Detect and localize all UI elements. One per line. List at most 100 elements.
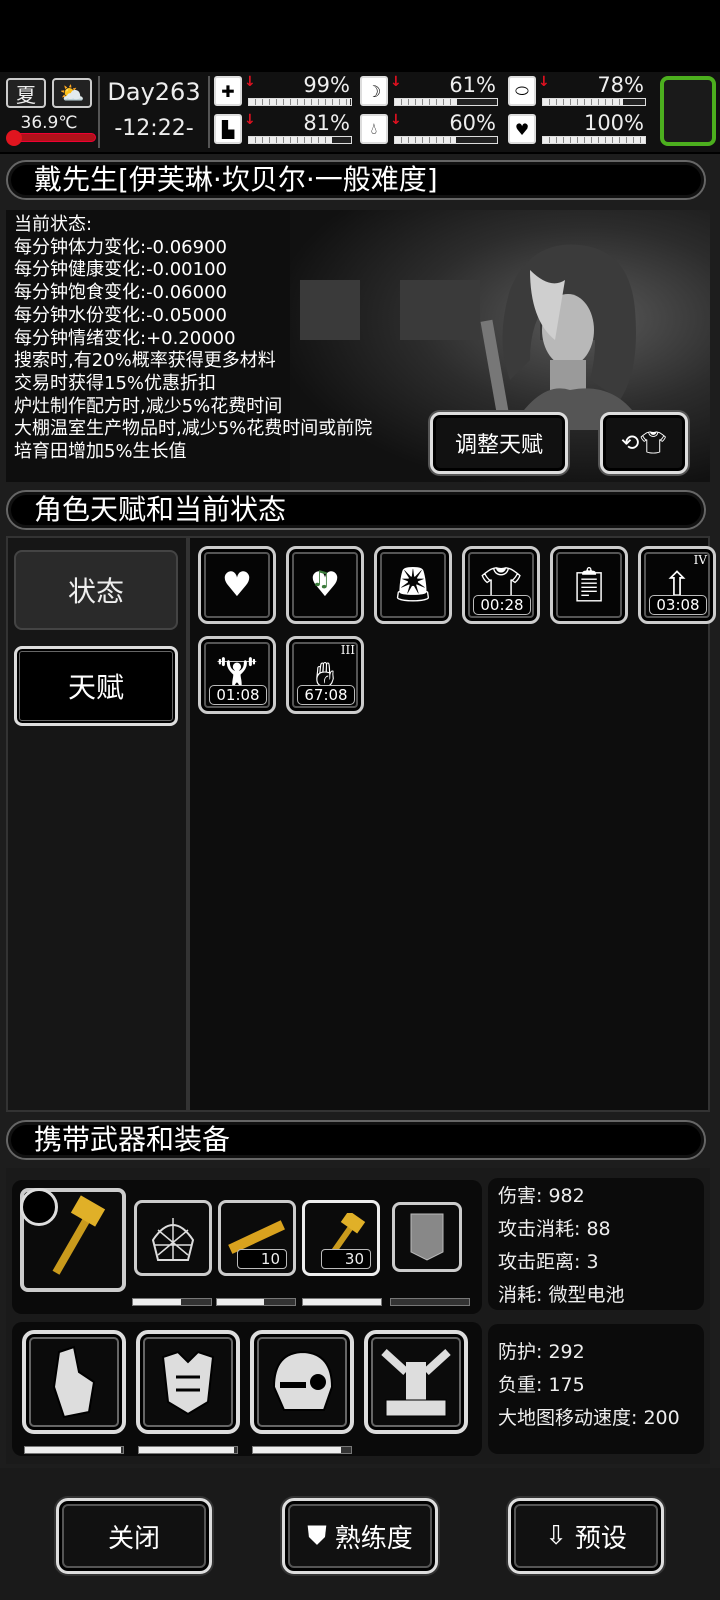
riot-shield-icon: [410, 1213, 444, 1261]
net-weapon-slot[interactable]: [134, 1200, 212, 1276]
weapon-mode-icon[interactable]: [20, 1188, 58, 1226]
hammer-weapon-slot[interactable]: 30: [302, 1200, 380, 1276]
effect-level: IV: [693, 553, 707, 567]
stat-fill: [543, 137, 645, 143]
decrease-arrow-icon: ↓: [244, 112, 256, 128]
divider: [98, 76, 100, 148]
season-badge: 夏: [6, 78, 46, 108]
talent-header: 角色天赋和当前状态: [6, 490, 706, 530]
weapon-row: 10 30: [12, 1180, 482, 1314]
stat-value: 81%: [303, 111, 350, 135]
effect-timer: 03:08: [649, 595, 707, 615]
gloves-icon: [52, 1345, 96, 1419]
status-line: 每分钟饱食变化:-0.06000: [14, 282, 227, 304]
status-line: 每分钟情绪变化:+0.20000: [14, 327, 236, 349]
weapon-attack-range: 攻击距离: 3: [498, 1251, 599, 1273]
top-status-bar: 夏 ⛅ 36.9℃ Day263 -12:22- ✚ ↓ 99% ☽ ↓ 61%…: [0, 72, 720, 152]
helmet-slot[interactable]: [250, 1330, 354, 1434]
stat-stomach: ☽ ↓ 61%: [360, 74, 500, 108]
preset-label: 预设: [574, 1523, 627, 1554]
durability-fill: [303, 1299, 381, 1305]
effect-timer: 01:08: [209, 685, 267, 705]
tab-status[interactable]: 状态: [14, 550, 178, 630]
weather-icon: ⛅: [52, 78, 92, 108]
season-text: 夏: [16, 82, 36, 107]
stat-value: 100%: [583, 111, 644, 135]
weapon-consumption: 消耗: 微型电池: [498, 1284, 625, 1306]
net-icon: [151, 1218, 195, 1261]
stat-value: 61%: [449, 73, 496, 97]
gun-weapon-slot[interactable]: 10: [218, 1200, 296, 1276]
quick-slot[interactable]: [660, 76, 716, 146]
heart-icon[interactable]: ♥: [198, 546, 276, 624]
alarm-light-icon[interactable]: 🚨︎: [374, 546, 452, 624]
preset-icon: ⇩: [545, 1521, 567, 1551]
weapon-stats: 伤害: 982 攻击消耗: 88 攻击距离: 3 消耗: 微型电池: [488, 1178, 704, 1310]
bottom-bar: 关闭 ⛊ 熟练度 ⇩ 预设: [0, 1468, 720, 1600]
character-header: 戴先生[伊芙琳·坎贝尔·一般难度]: [6, 160, 706, 200]
equipment-panel: 10 30 伤害: 982 攻击消耗: 88 攻击距离: 3 消耗: 微型电池: [6, 1168, 710, 1464]
proficiency-label: 熟练度: [334, 1523, 413, 1554]
pill-icon: ⬭: [508, 76, 536, 106]
proficiency-button[interactable]: ⛊ 熟练度: [282, 1498, 438, 1574]
medicine-icon[interactable]: 📋︎: [550, 546, 628, 624]
armor-protection: 防护: 292: [498, 1341, 585, 1363]
stat-fill: [249, 99, 350, 105]
shield-slot[interactable]: [392, 1202, 462, 1272]
map-move-speed: 大地图移动速度: 200: [498, 1407, 680, 1429]
character-portrait: [480, 244, 645, 430]
durability-fill: [253, 1447, 342, 1453]
armor-row: [12, 1322, 482, 1456]
stat-value: 60%: [449, 111, 496, 135]
tab-talent[interactable]: 天赋: [14, 646, 178, 726]
muscle-meter-icon[interactable]: 🏋︎ 01:08: [198, 636, 276, 714]
exoskeleton-slot[interactable]: [364, 1330, 468, 1434]
shirt-icon[interactable]: 👕︎ 00:28: [462, 546, 540, 624]
status-line: 炉灶制作配方时,减少5%花费时间: [14, 395, 283, 417]
stat-fill: [395, 137, 457, 143]
durability-fill: [25, 1447, 122, 1453]
exoskeleton-icon: [381, 1349, 451, 1417]
status-line: 搜索时,有20%概率获得更多材料: [14, 350, 276, 372]
status-line: 每分钟体力变化:-0.06900: [14, 236, 227, 258]
preset-button[interactable]: ⇩ 预设: [508, 1498, 664, 1574]
decrease-arrow-icon: ↓: [390, 112, 402, 128]
durability-fill: [139, 1447, 235, 1453]
durability-fill: [217, 1299, 264, 1305]
status-line: 交易时获得15%优惠折扣: [14, 372, 217, 394]
stat-fill: [249, 137, 332, 143]
bottle-up-icon[interactable]: ⇧ IV 03:08: [638, 546, 716, 624]
close-label: 关闭: [107, 1523, 160, 1554]
decrease-arrow-icon: ↓: [244, 74, 256, 90]
durability-fill: [133, 1299, 182, 1305]
armor-stats: 防护: 292 负重: 175 大地图移动速度: 200: [488, 1324, 704, 1454]
equipment-header: 携带武器和装备: [6, 1120, 706, 1160]
stat-mood: ♥ 100%: [508, 112, 648, 146]
status-text-list: 当前状态: 每分钟体力变化:-0.06900 每分钟健康变化:-0.00100 …: [14, 214, 372, 464]
status-line: 培育田增加5%生长值: [14, 441, 187, 463]
helmet-icon: [272, 1350, 334, 1411]
tab-column: 状态 天赋: [8, 538, 190, 1110]
decrease-arrow-icon: ↓: [390, 74, 402, 90]
character-panel: 当前状态: 每分钟体力变化:-0.06900 每分钟健康变化:-0.00100 …: [6, 210, 710, 482]
ammo-count: 30: [321, 1249, 371, 1269]
change-outfit-button[interactable]: ⟲👕︎: [600, 412, 688, 474]
divider: [208, 76, 210, 148]
body-armor-slot[interactable]: [136, 1330, 240, 1434]
main-weapon-slot[interactable]: [20, 1188, 126, 1292]
music-heart-icon[interactable]: ♥ ♫: [286, 546, 364, 624]
thermometer-icon: [6, 130, 22, 146]
temperature-value: 36.9℃: [20, 113, 78, 133]
close-button[interactable]: 关闭: [56, 1498, 212, 1574]
temperature-gauge: 36.9℃: [6, 113, 96, 146]
effect-timer: 67:08: [297, 685, 355, 705]
armor-weight: 负重: 175: [498, 1374, 585, 1396]
medkit-icon: ✚: [214, 76, 242, 106]
heart-icon: ♥: [508, 114, 536, 144]
status-line: 大棚温室生产物品时,减少5%花费时间或前院: [14, 418, 373, 440]
day-counter: Day263: [107, 78, 201, 106]
hand-icon[interactable]: ✋︎ III 67:08: [286, 636, 364, 714]
weapon-damage: 伤害: 982: [498, 1185, 585, 1207]
adjust-talent-button[interactable]: 调整天赋: [430, 412, 568, 474]
gloves-slot[interactable]: [22, 1330, 126, 1434]
